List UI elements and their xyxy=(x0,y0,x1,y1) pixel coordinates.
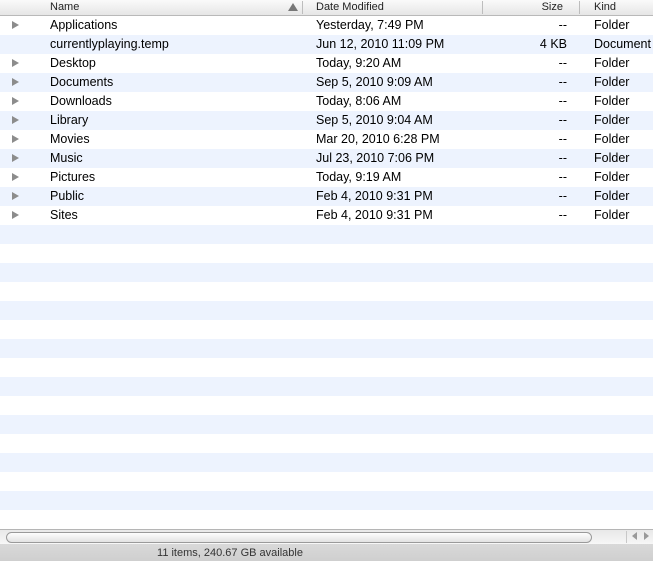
date-modified: Today, 9:20 AM xyxy=(316,56,402,70)
file-name: Music xyxy=(50,151,83,165)
date-modified: Sep 5, 2010 9:09 AM xyxy=(316,75,433,89)
date-modified: Mar 20, 2010 6:28 PM xyxy=(316,132,440,146)
empty-row xyxy=(0,396,653,415)
disclosure-triangle-icon[interactable] xyxy=(12,192,19,200)
file-kind: Folder xyxy=(594,170,630,184)
file-size: -- xyxy=(558,208,567,222)
file-row[interactable]: Public Feb 4, 2010 9:31 PM -- Folder xyxy=(0,187,653,206)
file-size: -- xyxy=(558,18,567,32)
column-header-size[interactable]: Size xyxy=(483,0,563,15)
empty-row xyxy=(0,244,653,263)
disclosure-triangle-icon[interactable] xyxy=(12,97,19,105)
date-modified: Jun 12, 2010 11:09 PM xyxy=(316,37,445,51)
file-row[interactable]: Library Sep 5, 2010 9:04 AM -- Folder xyxy=(0,111,653,130)
empty-row xyxy=(0,320,653,339)
column-header-name[interactable]: Name xyxy=(50,0,79,15)
file-size: -- xyxy=(558,151,567,165)
empty-row xyxy=(0,263,653,282)
file-name: Desktop xyxy=(50,56,96,70)
column-header-bar: Name Date Modified Size Kind xyxy=(0,0,653,16)
scrollbar-thumb[interactable] xyxy=(6,532,592,543)
file-kind: Folder xyxy=(594,113,630,127)
empty-row xyxy=(0,301,653,320)
file-size: -- xyxy=(558,132,567,146)
file-row[interactable]: Sites Feb 4, 2010 9:31 PM -- Folder xyxy=(0,206,653,225)
file-name: Public xyxy=(50,189,85,203)
file-size: -- xyxy=(558,113,567,127)
file-row[interactable]: Downloads Today, 8:06 AM -- Folder xyxy=(0,92,653,111)
disclosure-triangle-icon[interactable] xyxy=(12,21,19,29)
horizontal-scrollbar[interactable] xyxy=(0,529,653,544)
empty-row xyxy=(0,415,653,434)
date-modified: Feb 4, 2010 9:31 PM xyxy=(316,208,433,222)
scroll-left-icon[interactable] xyxy=(632,532,637,540)
file-kind: Folder xyxy=(594,189,630,203)
file-row[interactable]: Desktop Today, 9:20 AM -- Folder xyxy=(0,54,653,73)
empty-row xyxy=(0,282,653,301)
empty-row xyxy=(0,510,653,529)
disclosure-triangle-icon[interactable] xyxy=(12,154,19,162)
file-size: 4 KB xyxy=(539,37,567,51)
empty-row xyxy=(0,358,653,377)
file-row[interactable]: currentlyplaying.temp Jun 12, 2010 11:09 … xyxy=(0,35,653,54)
file-size: -- xyxy=(558,56,567,70)
file-name: Sites xyxy=(50,208,78,222)
file-name: currentlyplaying.temp xyxy=(50,37,169,51)
empty-row xyxy=(0,453,653,472)
date-modified: Today, 9:19 AM xyxy=(316,170,402,184)
file-kind: Folder xyxy=(594,56,630,70)
file-name: Library xyxy=(50,113,89,127)
file-row[interactable]: Applications Yesterday, 7:49 PM -- Folder xyxy=(0,16,653,35)
date-modified: Feb 4, 2010 9:31 PM xyxy=(316,189,433,203)
empty-row xyxy=(0,339,653,358)
disclosure-triangle-icon[interactable] xyxy=(12,211,19,219)
file-row[interactable]: Music Jul 23, 2010 7:06 PM -- Folder xyxy=(0,149,653,168)
file-size: -- xyxy=(558,94,567,108)
file-name: Pictures xyxy=(50,170,96,184)
date-modified: Today, 8:06 AM xyxy=(316,94,402,108)
file-kind: Folder xyxy=(594,94,630,108)
status-text: 11 items, 240.67 GB available xyxy=(157,547,303,559)
file-size: -- xyxy=(558,170,567,184)
disclosure-triangle-icon[interactable] xyxy=(12,135,19,143)
disclosure-triangle-icon[interactable] xyxy=(12,173,19,181)
file-kind: Folder xyxy=(594,75,630,89)
file-name: Applications xyxy=(50,18,118,32)
column-header-date-modified[interactable]: Date Modified xyxy=(316,0,384,15)
status-bar: 11 items, 240.67 GB available xyxy=(0,544,653,561)
disclosure-triangle-icon[interactable] xyxy=(12,59,19,67)
file-kind: Folder xyxy=(594,132,630,146)
date-modified: Sep 5, 2010 9:04 AM xyxy=(316,113,433,127)
empty-row xyxy=(0,434,653,453)
empty-row xyxy=(0,491,653,510)
file-row[interactable]: Movies Mar 20, 2010 6:28 PM -- Folder xyxy=(0,130,653,149)
disclosure-triangle-icon[interactable] xyxy=(12,78,19,86)
file-kind: Folder xyxy=(594,151,630,165)
column-divider[interactable] xyxy=(302,1,303,14)
file-kind: Folder xyxy=(594,18,630,32)
file-name: Movies xyxy=(50,132,90,146)
file-row[interactable]: Documents Sep 5, 2010 9:09 AM -- Folder xyxy=(0,73,653,92)
sort-ascending-icon[interactable] xyxy=(288,3,298,11)
file-kind: Folder xyxy=(594,208,630,222)
scroll-arrow-divider xyxy=(626,531,627,543)
column-divider[interactable] xyxy=(579,1,580,14)
file-list: Applications Yesterday, 7:49 PM -- Folder cu… xyxy=(0,16,653,529)
scroll-right-icon[interactable] xyxy=(644,532,649,540)
file-size: -- xyxy=(558,189,567,203)
file-kind: Document xyxy=(594,37,651,51)
file-row[interactable]: Pictures Today, 9:19 AM -- Folder xyxy=(0,168,653,187)
date-modified: Jul 23, 2010 7:06 PM xyxy=(316,151,435,165)
column-header-kind[interactable]: Kind xyxy=(594,0,616,15)
disclosure-triangle-icon[interactable] xyxy=(12,116,19,124)
file-name: Documents xyxy=(50,75,114,89)
empty-row xyxy=(0,472,653,491)
empty-row xyxy=(0,377,653,396)
date-modified: Yesterday, 7:49 PM xyxy=(316,18,424,32)
file-size: -- xyxy=(558,75,567,89)
empty-row xyxy=(0,225,653,244)
file-name: Downloads xyxy=(50,94,112,108)
